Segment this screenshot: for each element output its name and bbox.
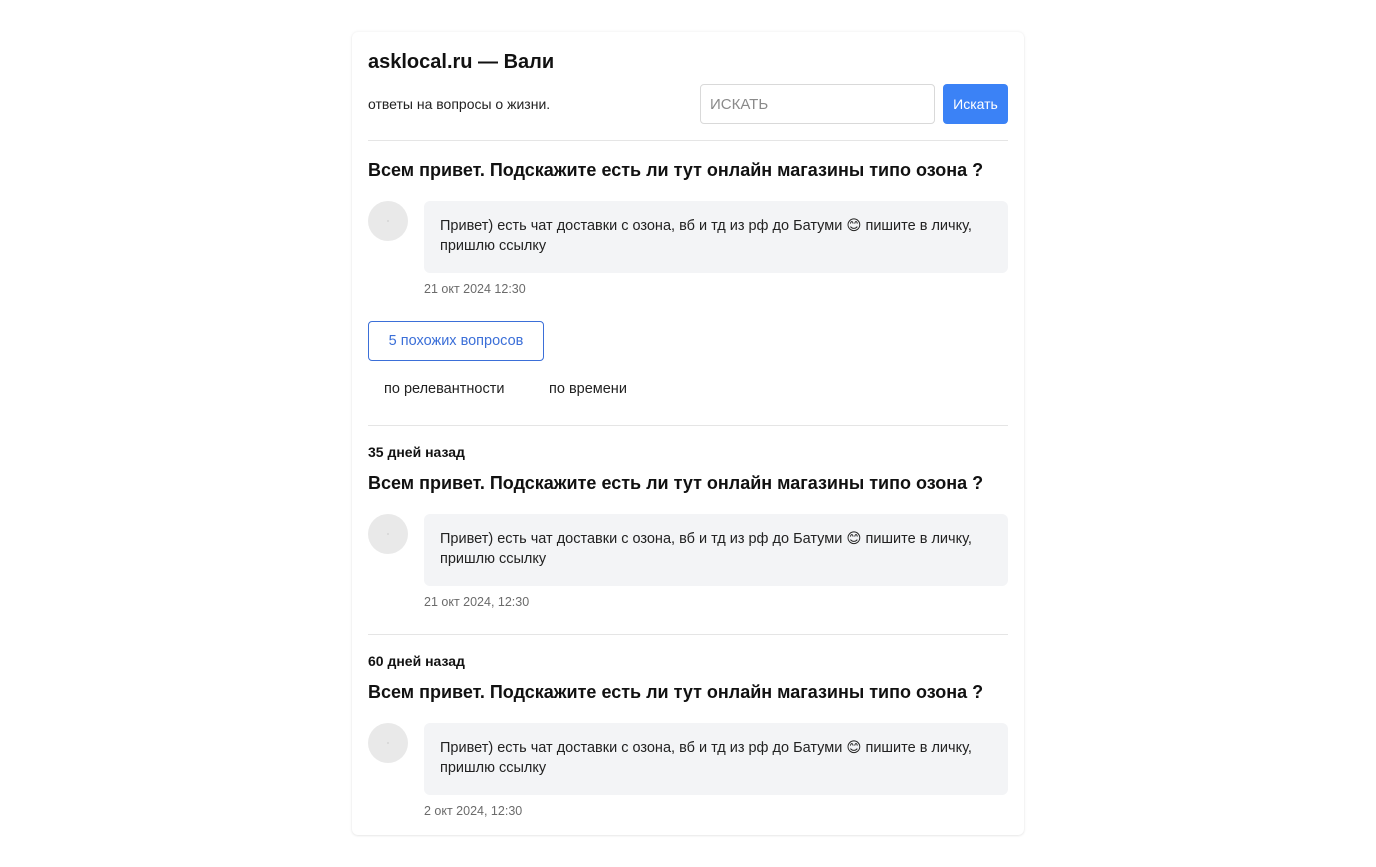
sort-by-relevance[interactable]: по релевантности [384, 380, 504, 398]
header-divider [368, 140, 1008, 141]
related-question-title[interactable]: Всем привет. Подскажите есть ли тут онла… [368, 681, 983, 703]
avatar [368, 514, 408, 554]
related-days-ago: 60 дней назад [368, 653, 465, 669]
related-days-ago: 35 дней назад [368, 444, 465, 460]
avatar-placeholder-icon [387, 533, 389, 535]
related-question-title[interactable]: Всем привет. Подскажите есть ли тут онла… [368, 472, 983, 494]
answer-bubble: Привет) есть чат доставки с озона, вб и … [424, 723, 1008, 795]
avatar-placeholder-icon [387, 742, 389, 744]
content-card: asklocal.ru — Вали ответы на вопросы о ж… [352, 32, 1024, 835]
section-divider [368, 634, 1008, 635]
answer-timestamp: 21 окт 2024, 12:30 [424, 595, 530, 609]
section-divider [368, 425, 1008, 426]
search-input[interactable] [700, 84, 935, 124]
question-title: Всем привет. Подскажите есть ли тут онла… [368, 160, 984, 180]
avatar-placeholder-icon [387, 220, 389, 222]
search-button[interactable]: Искать [943, 84, 1008, 124]
answer-bubble: Привет) есть чат доставки с озона, вб и … [424, 201, 1008, 273]
site-title: asklocal.ru — Вали [368, 51, 555, 73]
sort-by-time[interactable]: по времени [549, 380, 627, 398]
answer-timestamp: 21 окт 2024 12:30 [424, 282, 526, 296]
answer-timestamp: 2 окт 2024, 12:30 [424, 804, 523, 818]
similar-questions-button[interactable]: 5 похожих вопросов [368, 321, 544, 361]
avatar [368, 723, 408, 763]
site-tagline: ответы на вопросы о жизни. [368, 96, 551, 112]
avatar [368, 201, 408, 241]
answer-bubble: Привет) есть чат доставки с озона, вб и … [424, 514, 1008, 586]
